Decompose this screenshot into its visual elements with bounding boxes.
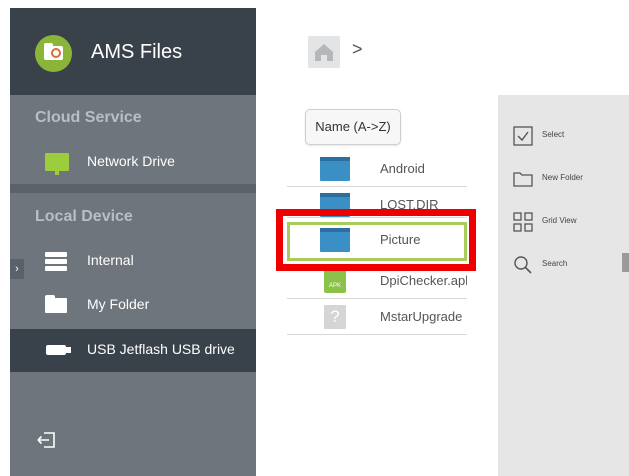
- app-title: AMS Files: [91, 41, 183, 63]
- sidebar-item-network-drive[interactable]: Network Drive: [10, 141, 256, 183]
- sidebar-item-label: My Folder: [87, 296, 150, 312]
- sidebar-item-label: Internal: [87, 252, 134, 268]
- sidebar-item-usb-drive[interactable]: USB Jetflash USB drive: [10, 329, 256, 372]
- internal-storage-icon: [45, 252, 69, 271]
- sidebar-item-label: Network Drive: [87, 153, 175, 169]
- search-button[interactable]: Search: [513, 253, 623, 277]
- file-row-mstarupgrade[interactable]: ? MstarUpgrade: [287, 299, 467, 335]
- unknown-file-icon: ?: [324, 305, 346, 329]
- new-folder-button[interactable]: New Folder: [513, 167, 623, 191]
- usb-drive-icon: [46, 345, 71, 355]
- folder-icon: [320, 228, 350, 252]
- action-label: Search: [542, 259, 568, 268]
- file-name: LOST.DIR: [380, 197, 439, 212]
- file-name: MstarUpgrade: [380, 309, 463, 324]
- expand-arrow-icon[interactable]: ›: [10, 259, 24, 279]
- action-panel: Select New Folder Grid View Search: [498, 95, 629, 476]
- section-local-device: Local Device: [35, 208, 133, 225]
- file-row-android[interactable]: Android: [287, 151, 467, 187]
- file-row-dpichecker[interactable]: APK DpiChecker.apk: [287, 263, 467, 299]
- sidebar-item-label: USB Jetflash USB drive: [87, 341, 235, 357]
- exit-icon[interactable]: [35, 428, 59, 452]
- sidebar: AMS Files Cloud Service Network Drive Lo…: [10, 8, 256, 476]
- file-name: DpiChecker.apk: [380, 273, 467, 288]
- app-logo-icon: [35, 35, 72, 72]
- network-drive-icon: [45, 153, 69, 175]
- app-header: AMS Files: [10, 8, 256, 95]
- home-button[interactable]: [308, 36, 340, 68]
- sidebar-item-my-folder[interactable]: My Folder: [10, 284, 256, 326]
- action-label: Grid View: [542, 216, 577, 225]
- file-row-lost-dir[interactable]: LOST.DIR: [287, 187, 467, 218]
- folder-icon: [45, 295, 67, 313]
- apk-file-icon: APK: [324, 269, 346, 293]
- file-name: Android: [380, 161, 425, 176]
- grid-view-icon: [513, 212, 533, 232]
- new-folder-icon: [513, 172, 533, 187]
- folder-icon: [320, 193, 350, 217]
- sort-button[interactable]: Name (A->Z): [305, 109, 401, 145]
- file-name: Picture: [380, 232, 421, 247]
- home-icon: [315, 44, 333, 61]
- file-list-panel: Name (A->Z) Android LOST.DIR Picture APK…: [256, 95, 498, 476]
- select-button[interactable]: Select: [513, 124, 623, 148]
- action-label: Select: [542, 130, 565, 139]
- sidebar-item-internal[interactable]: Internal: [10, 240, 256, 282]
- breadcrumb: >: [256, 8, 629, 95]
- grid-view-button[interactable]: Grid View: [513, 210, 623, 234]
- action-label: New Folder: [542, 173, 583, 182]
- search-icon: [514, 256, 532, 274]
- breadcrumb-separator: >: [352, 39, 363, 59]
- checkbox-icon: [513, 126, 533, 146]
- folder-icon: [320, 157, 350, 181]
- section-cloud-service: Cloud Service: [35, 109, 142, 126]
- panel-drag-handle[interactable]: [622, 253, 629, 272]
- file-row-picture[interactable]: Picture: [287, 222, 467, 261]
- sidebar-divider: [10, 184, 256, 193]
